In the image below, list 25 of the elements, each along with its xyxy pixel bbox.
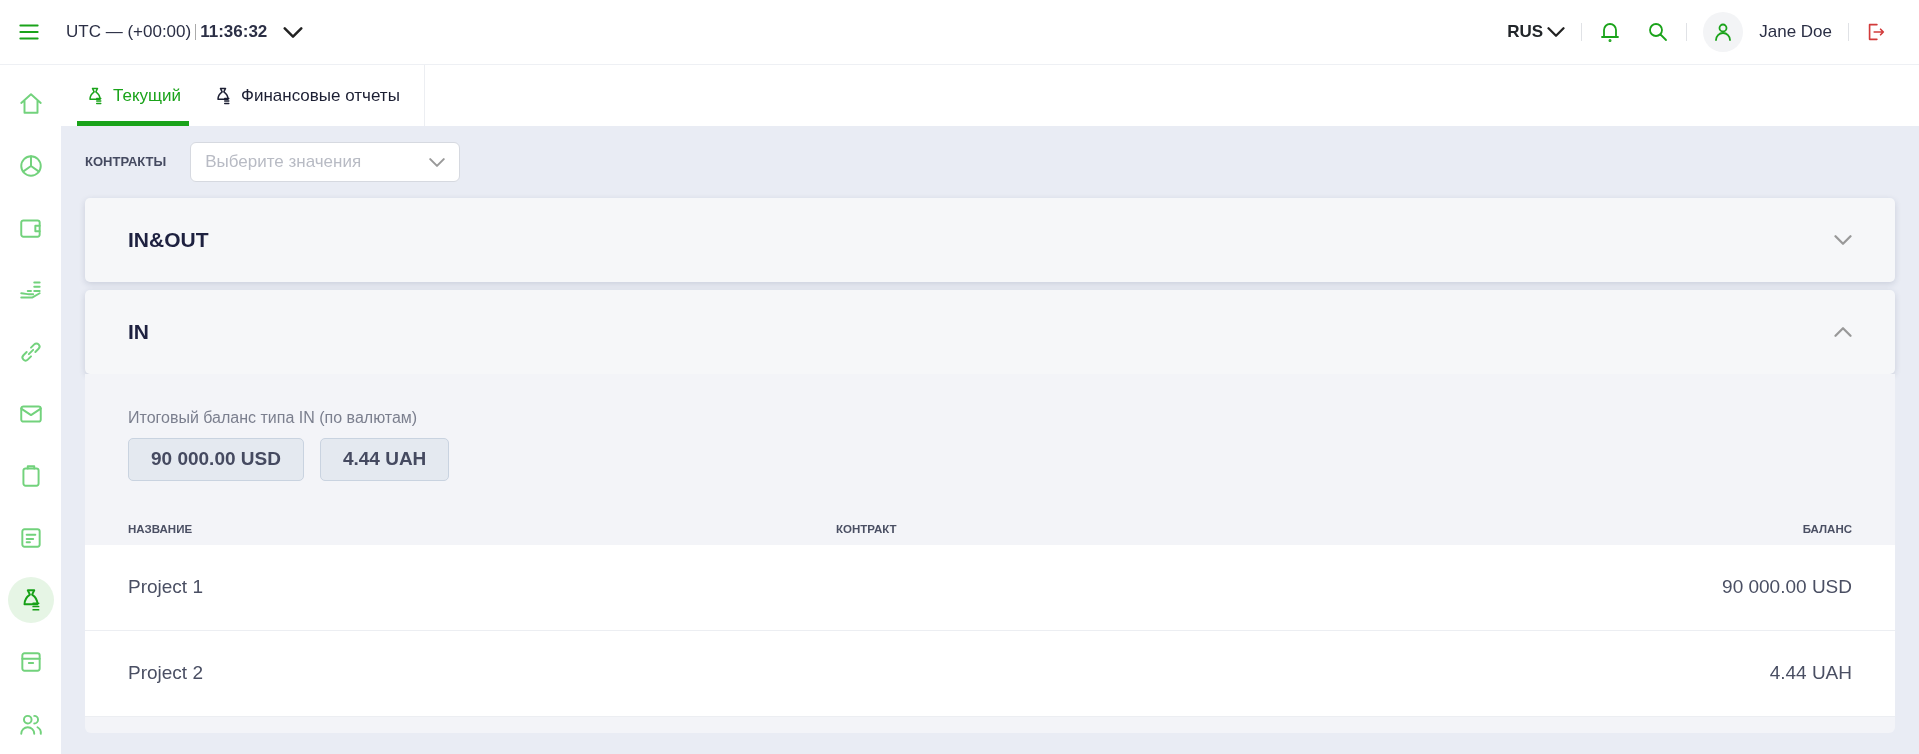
pie-chart-icon: [17, 153, 44, 180]
chevron-down-icon: [429, 157, 446, 167]
timezone-dropdown[interactable]: [283, 26, 304, 38]
table-cell-text: Project 1: [128, 574, 203, 599]
total-amount: 90 000.00 USD: [128, 438, 304, 481]
table-cell-text: 90 000.00 USD: [1722, 574, 1852, 599]
chevron-down-icon: [1834, 235, 1852, 246]
column-header: БАЛАНС: [1801, 522, 1852, 538]
language-selector[interactable]: RUS: [1507, 19, 1566, 45]
column-header: КОНТРАКТ: [835, 522, 898, 538]
summary-label: Итоговый баланс типа IN (по валютам): [128, 408, 419, 429]
filter-label: КОНТРАКТЫ: [85, 153, 167, 172]
table-cell-text: 4.44 UAH: [1769, 660, 1852, 685]
user-name[interactable]: Jane Doe: [1759, 19, 1832, 45]
accordion-header[interactable]: IN: [85, 290, 1895, 375]
timezone-label: UTC — (+00:00): [66, 21, 192, 44]
chevron-up-icon: [1834, 327, 1852, 338]
clock-time: 11:36:32: [200, 21, 268, 44]
total-amount: 4.44 UAH: [319, 438, 450, 481]
accordion-header[interactable]: IN&OUT: [85, 198, 1895, 283]
tab[interactable]: Финансовые отчеты: [205, 65, 408, 127]
chevron-down-icon: [1547, 27, 1566, 38]
table-cell-text: Project 2: [128, 660, 203, 685]
chevron-down-icon: [283, 26, 304, 38]
column-header: НАЗВАНИЕ: [128, 522, 194, 538]
